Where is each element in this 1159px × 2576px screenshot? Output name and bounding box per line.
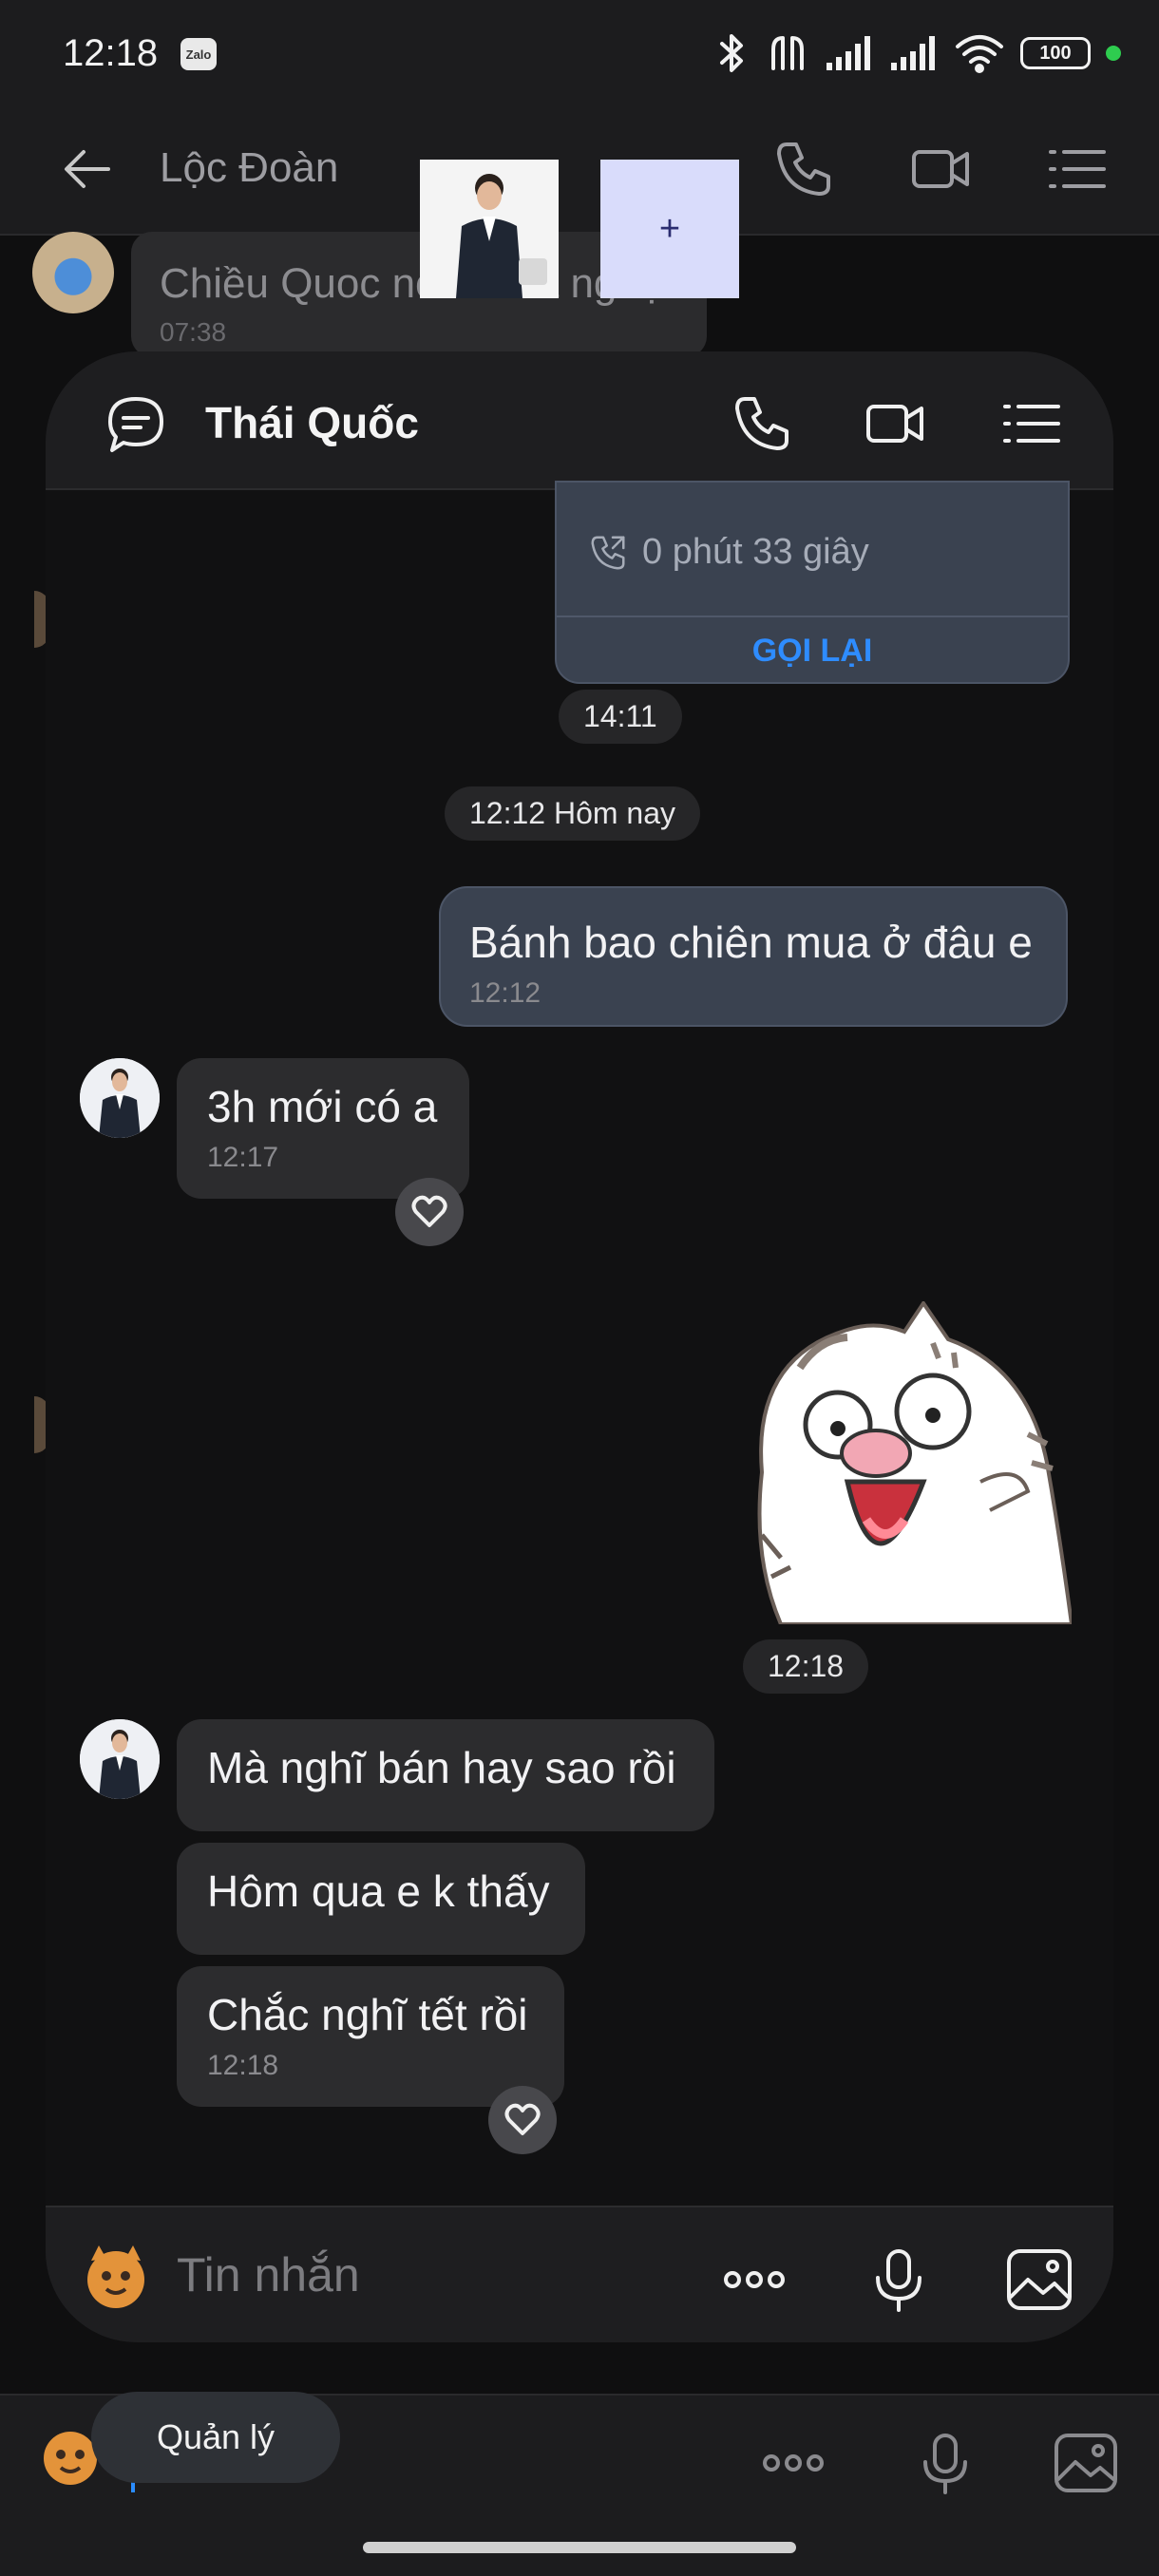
message-time: 12:18 bbox=[207, 2050, 279, 2081]
status-icons: 100 bbox=[712, 28, 1121, 78]
bubble-chat-window: Thái Quốc 0 phút 33 giây GỌI LẠI 14:11 1… bbox=[46, 351, 1113, 2342]
incoming-message[interactable]: Mà nghĩ bán hay sao rồi bbox=[177, 1719, 714, 1831]
manage-chip[interactable]: Quản lý bbox=[91, 2392, 340, 2483]
message-text: Mà nghĩ bán hay sao rồi bbox=[207, 1743, 676, 1792]
message-input[interactable]: Tin nhắn bbox=[177, 2247, 360, 2302]
contact-avatar[interactable] bbox=[80, 1719, 160, 1799]
message-text: Bánh bao chiên mua ở đâu e bbox=[469, 918, 1033, 967]
headphones-icon bbox=[766, 32, 809, 74]
wifi-icon bbox=[954, 33, 1005, 73]
message-time-label: 14:11 bbox=[559, 690, 682, 744]
message-time: 12:17 bbox=[207, 1142, 279, 1173]
date-separator: 12:12 Hôm nay bbox=[445, 786, 701, 841]
message-composer: Tin nhắn bbox=[46, 2206, 1113, 2342]
outgoing-message[interactable]: Bánh bao chiên mua ở đâu e 12:12 bbox=[439, 886, 1068, 1027]
call-duration: 0 phút 33 giây bbox=[642, 532, 869, 572]
contact-avatar[interactable] bbox=[80, 1058, 160, 1138]
message-text: Hôm qua e k thấy bbox=[207, 1866, 550, 1916]
home-indicator[interactable] bbox=[363, 2542, 796, 2553]
signal-icon-2 bbox=[889, 34, 939, 72]
bluetooth-icon bbox=[712, 32, 750, 74]
back-arrow-icon[interactable] bbox=[59, 139, 120, 199]
more-dots-icon[interactable] bbox=[720, 2245, 788, 2314]
list-menu-icon[interactable] bbox=[1001, 393, 1062, 454]
add-bubble-button[interactable]: + bbox=[600, 160, 739, 298]
signal-icon bbox=[825, 34, 874, 72]
message-text: 3h mới có a bbox=[207, 1082, 438, 1131]
microphone-icon[interactable] bbox=[864, 2245, 933, 2314]
call-back-button[interactable]: GỌI LẠI bbox=[557, 616, 1068, 682]
image-icon[interactable] bbox=[1053, 2430, 1119, 2496]
contact-avatar[interactable] bbox=[32, 232, 114, 313]
incoming-message[interactable]: Chắc nghĩ tết rồi 12:18 bbox=[177, 1966, 564, 2107]
background-message-time: 07:38 bbox=[160, 317, 227, 347]
sticker-icon[interactable] bbox=[78, 2240, 154, 2316]
image-icon[interactable] bbox=[1005, 2245, 1074, 2314]
battery-icon: 100 bbox=[1020, 37, 1091, 69]
list-menu-icon[interactable] bbox=[1047, 139, 1108, 199]
status-time: 12:18 bbox=[63, 32, 159, 74]
video-call-icon[interactable] bbox=[910, 139, 971, 199]
phone-icon[interactable] bbox=[773, 139, 834, 199]
call-duration-row: 0 phút 33 giây bbox=[589, 532, 869, 573]
cat-sticker[interactable] bbox=[743, 1301, 1072, 1624]
privacy-indicator-dot bbox=[1106, 46, 1121, 61]
microphone-icon[interactable] bbox=[912, 2430, 978, 2496]
heart-reaction-button[interactable] bbox=[488, 2086, 557, 2154]
heart-reaction-button[interactable] bbox=[395, 1178, 464, 1246]
message-time: 12:12 bbox=[469, 977, 542, 1009]
zalo-notification-icon: Zalo bbox=[180, 38, 217, 70]
message-time-label: 12:18 bbox=[743, 1639, 869, 1694]
bubble-contact-name[interactable]: Thái Quốc bbox=[205, 397, 419, 448]
chat-bubble-icon[interactable] bbox=[104, 393, 167, 456]
message-text: Chắc nghĩ tết rồi bbox=[207, 1990, 528, 2039]
phone-icon[interactable] bbox=[732, 393, 792, 454]
call-log-card[interactable]: 0 phút 33 giây GỌI LẠI bbox=[555, 481, 1070, 684]
floating-bubble-avatar[interactable] bbox=[420, 160, 559, 298]
video-call-icon[interactable] bbox=[864, 393, 925, 454]
background-chat-title[interactable]: Lộc Đoàn bbox=[160, 144, 338, 192]
outgoing-call-icon bbox=[589, 534, 627, 572]
incoming-message[interactable]: Hôm qua e k thấy bbox=[177, 1843, 585, 1955]
more-dots-icon[interactable] bbox=[760, 2430, 826, 2496]
